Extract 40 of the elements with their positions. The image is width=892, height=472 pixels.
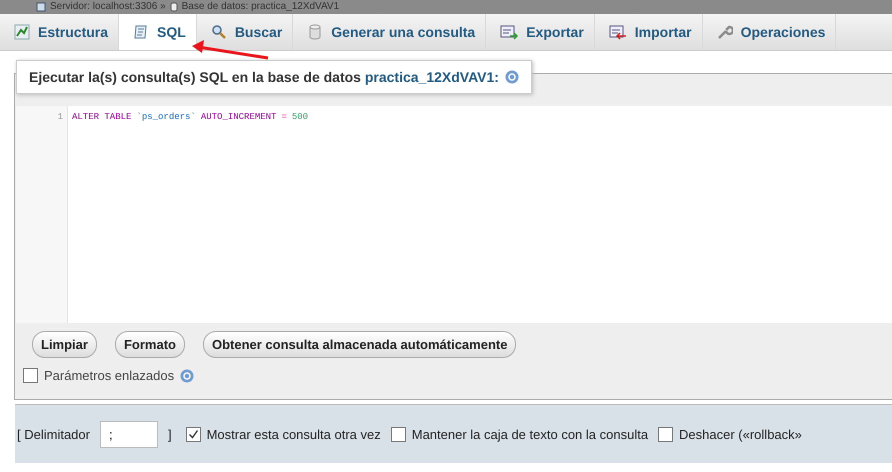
export-icon xyxy=(500,24,518,40)
tab[interactable]: SQL xyxy=(119,14,197,50)
search-icon xyxy=(210,24,227,40)
checkbox-label: Deshacer («rollback» xyxy=(679,426,802,442)
help-icon[interactable] xyxy=(504,70,519,84)
legend-title: Ejecutar la(s) consulta(s) SQL en la base de datos practica_12XdVAV1: xyxy=(29,69,499,85)
checkbox-label: Mantener la caja de texto con la consulta xyxy=(412,426,648,442)
help-icon[interactable] xyxy=(180,368,194,382)
document-icon xyxy=(133,24,150,40)
tab[interactable]: Operaciones xyxy=(702,14,836,50)
delimiter-label: [ Delimitador xyxy=(17,426,90,442)
delimiter-field[interactable]: ; xyxy=(100,420,158,448)
database-icon xyxy=(307,24,324,40)
code-token: ALTER TABLE xyxy=(72,112,132,122)
database-icon xyxy=(170,2,178,12)
checkbox[interactable] xyxy=(186,426,201,442)
tab[interactable]: Generar una consulta xyxy=(293,14,486,50)
sql-editor[interactable]: 1 ALTER TABLE `ps_orders` AUTO_INCREMENT = 500 xyxy=(16,106,892,323)
code-token: = xyxy=(281,112,287,122)
code-token: `ps_orders` xyxy=(136,112,196,122)
action-button[interactable]: Formato xyxy=(114,331,185,358)
checkbox[interactable] xyxy=(658,426,674,442)
server-breadcrumb[interactable]: Servidor: localhost:3306 » xyxy=(50,1,166,13)
checkbox-label: Parámetros enlazados xyxy=(44,368,174,383)
server-icon xyxy=(36,2,46,12)
delimiter-bracket: ] xyxy=(168,426,172,442)
action-button[interactable]: Limpiar xyxy=(32,331,97,358)
checkbox[interactable] xyxy=(390,426,406,442)
database-breadcrumb[interactable]: Base de datos: practica_12XdVAV1 xyxy=(182,1,340,13)
code-token: AUTO_INCREMENT xyxy=(200,112,276,122)
wrench-icon xyxy=(716,24,733,40)
line-number: 1 xyxy=(56,112,63,122)
action-button[interactable]: Obtener consulta almacenada automáticamente xyxy=(202,331,516,358)
code-token: 500 xyxy=(292,112,308,122)
tab[interactable]: Importar xyxy=(594,14,703,50)
checkbox[interactable] xyxy=(23,368,38,383)
import-icon xyxy=(608,24,627,40)
tab[interactable]: Exportar xyxy=(486,14,595,50)
chart-icon xyxy=(14,24,30,40)
checkbox-label: Mostrar esta consulta otra vez xyxy=(206,426,381,442)
